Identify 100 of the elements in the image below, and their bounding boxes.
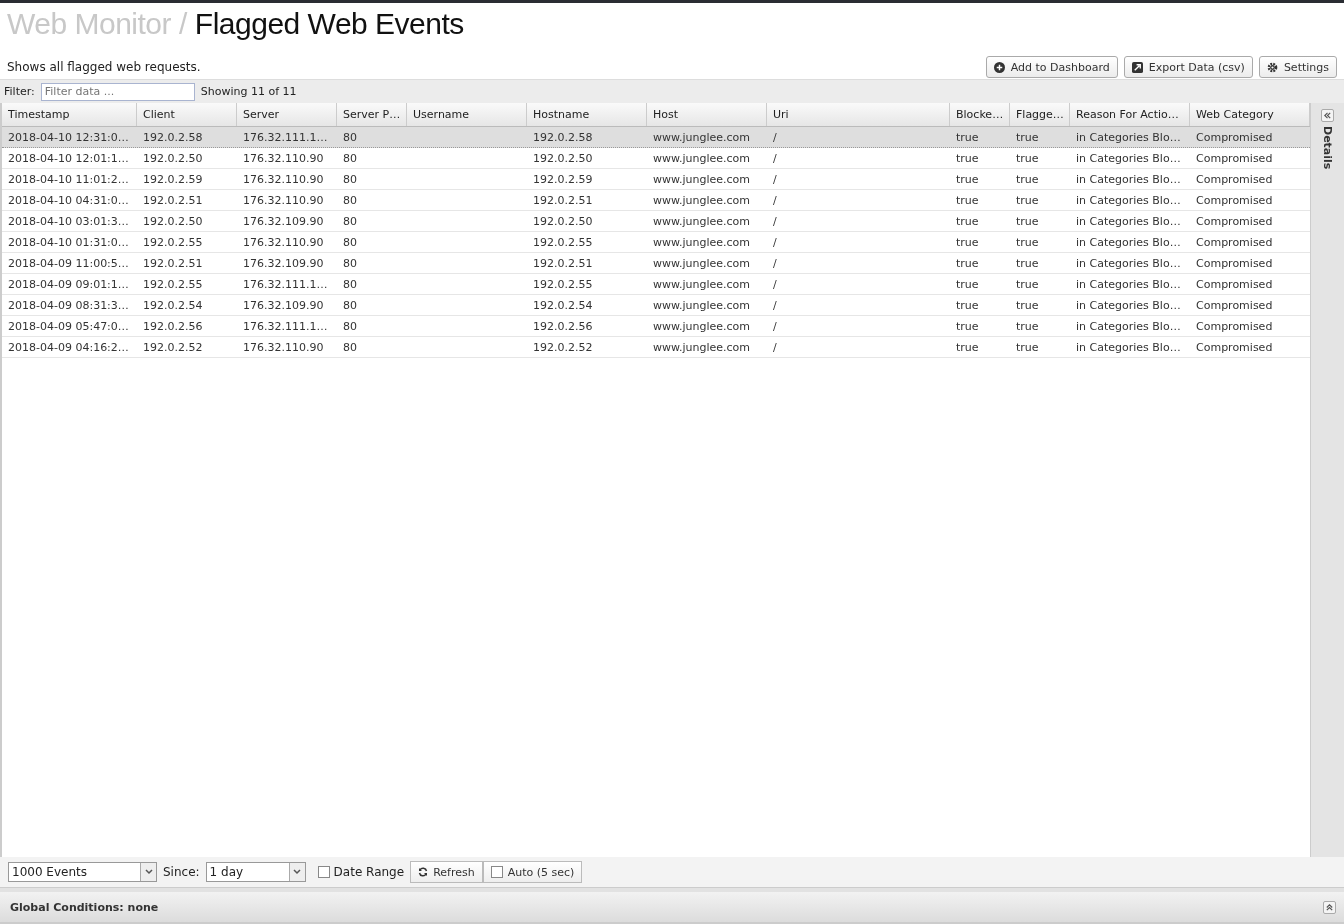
column-header[interactable]: Flagge… bbox=[1010, 103, 1070, 126]
table-cell-text: www.junglee.com bbox=[652, 339, 752, 356]
column-header[interactable]: Server bbox=[237, 103, 337, 126]
global-conditions: Global Conditions: none bbox=[10, 900, 159, 914]
table-cell-text: 2018-04-09 04:16:2… bbox=[7, 339, 130, 356]
column-header[interactable]: Reason For Actio… bbox=[1070, 103, 1190, 126]
table-cell-text: 80 bbox=[342, 234, 358, 251]
column-header[interactable]: Server P… bbox=[337, 103, 407, 126]
date-range-checkbox[interactable]: Date Range bbox=[317, 865, 405, 879]
table-cell-text: 2018-04-09 11:00:5… bbox=[7, 255, 130, 272]
table-cell-text: 192.0.2.59 bbox=[532, 171, 594, 188]
table-cell-text: in Categories Blo… bbox=[1075, 297, 1182, 314]
table-cell-text: 176.32.111.1… bbox=[242, 318, 329, 335]
column-header[interactable]: Uri bbox=[767, 103, 950, 126]
table-cell-text: 176.32.111.1… bbox=[242, 129, 329, 146]
table-cell-text: 192.0.2.55 bbox=[142, 276, 204, 293]
auto-refresh-toggle[interactable]: Auto (5 sec) bbox=[482, 861, 583, 883]
column-header[interactable]: Username bbox=[407, 103, 527, 126]
table-cell-text: in Categories Blo… bbox=[1075, 213, 1182, 230]
table-cell-text: www.junglee.com bbox=[652, 234, 752, 251]
table-cell-text: / bbox=[772, 129, 778, 146]
page-description: Shows all flagged web requests. bbox=[7, 60, 201, 74]
export-icon bbox=[1131, 61, 1143, 73]
expand-panel-button[interactable] bbox=[1321, 109, 1334, 122]
table-cell-text: 80 bbox=[342, 171, 358, 188]
table-cell-text: in Categories Blo… bbox=[1075, 276, 1182, 293]
table-cell-text: Compromised bbox=[1195, 213, 1274, 230]
table-cell-text: 192.0.2.51 bbox=[532, 255, 594, 272]
table-cell-text: 176.32.110.90 bbox=[242, 150, 325, 167]
table-cell-text: 80 bbox=[342, 150, 358, 167]
breadcrumb-separator: / bbox=[179, 7, 187, 41]
table-cell-text: / bbox=[772, 318, 778, 335]
table-cell-text: 176.32.110.90 bbox=[242, 192, 325, 209]
table-cell-text: in Categories Blo… bbox=[1075, 318, 1182, 335]
export-button[interactable]: Export Data (csv) bbox=[1123, 56, 1253, 78]
table-cell-text: / bbox=[772, 171, 778, 188]
table-cell-text: true bbox=[1015, 234, 1040, 251]
details-panel-label[interactable]: Details bbox=[1321, 126, 1334, 170]
column-header[interactable]: Timestamp bbox=[2, 103, 137, 126]
page-title: Flagged Web Events bbox=[194, 7, 464, 41]
dashboard-button[interactable]: Add to Dashboard bbox=[985, 56, 1118, 78]
plus-circle-icon bbox=[993, 61, 1005, 73]
table-cell-text: 192.0.2.55 bbox=[532, 276, 594, 293]
table-cell-text: true bbox=[955, 234, 980, 251]
since-dropdown[interactable]: 1 day bbox=[205, 862, 306, 882]
column-header[interactable]: Hostname bbox=[527, 103, 647, 126]
table-cell-text: in Categories Blo… bbox=[1075, 255, 1182, 272]
table-cell-text: 2018-04-09 05:47:0… bbox=[7, 318, 130, 335]
table-cell-text: true bbox=[955, 171, 980, 188]
table-cell-text: 192.0.2.52 bbox=[142, 339, 204, 356]
table-cell-text: / bbox=[772, 339, 778, 356]
table-cell-text: 192.0.2.55 bbox=[532, 234, 594, 251]
double-chevron-icon bbox=[1325, 902, 1334, 912]
column-header[interactable]: Blocke… bbox=[950, 103, 1010, 126]
table-cell-text: 2018-04-10 04:31:0… bbox=[7, 192, 130, 209]
table-cell-text: 192.0.2.54 bbox=[532, 297, 594, 314]
table-cell-text: / bbox=[772, 150, 778, 167]
table-cell-text: Compromised bbox=[1195, 129, 1274, 146]
table-cell-text: 2018-04-10 11:01:2… bbox=[7, 171, 130, 188]
table-cell-text: 192.0.2.50 bbox=[142, 213, 204, 230]
table-cell-text: true bbox=[955, 276, 980, 293]
table-cell-text: / bbox=[772, 255, 778, 272]
table-cell-text: 176.32.110.90 bbox=[242, 234, 325, 251]
table-cell-text: 192.0.2.55 bbox=[142, 234, 204, 251]
table-cell-text: 80 bbox=[342, 276, 358, 293]
table-cell-text: 192.0.2.58 bbox=[532, 129, 594, 146]
table-cell-text: 2018-04-10 12:01:1… bbox=[7, 150, 130, 167]
table-cell-text: / bbox=[772, 192, 778, 209]
table-row[interactable]: 2018-04-10 12:31:0… 192.0.2.58 176.32.111.1… 80 192.0.2.58 www.junglee.com / true true in Categories Blo… Compromised bbox=[2, 127, 1310, 148]
table-cell-text: true bbox=[1015, 129, 1040, 146]
table-cell-text: Compromised bbox=[1195, 150, 1274, 167]
table-cell-text: true bbox=[955, 213, 980, 230]
event-limit-dropdown[interactable]: 1000 Events bbox=[8, 862, 157, 882]
filter-field[interactable]: Filter data ... bbox=[40, 82, 195, 101]
expand-button[interactable] bbox=[1323, 900, 1336, 914]
table-cell-text: www.junglee.com bbox=[652, 297, 752, 314]
settings-button[interactable]: Settings bbox=[1258, 56, 1337, 78]
table-cell-text: 192.0.2.56 bbox=[142, 318, 204, 335]
table-cell-text: in Categories Blo… bbox=[1075, 129, 1182, 146]
table-cell-text: true bbox=[955, 339, 980, 356]
table-cell-text: www.junglee.com bbox=[652, 171, 752, 188]
table-cell-text: 192.0.2.50 bbox=[532, 213, 594, 230]
table-cell-text: 2018-04-10 12:31:0… bbox=[7, 129, 130, 146]
table-cell-text: 192.0.2.51 bbox=[532, 192, 594, 209]
table-cell-text: in Categories Blo… bbox=[1075, 339, 1182, 356]
column-header[interactable]: Client bbox=[137, 103, 237, 126]
table-cell-text: www.junglee.com bbox=[652, 255, 752, 272]
refresh-button[interactable]: Refresh bbox=[410, 861, 483, 883]
table-cell-text: 2018-04-10 03:01:3… bbox=[7, 213, 130, 230]
table-cell-text: Compromised bbox=[1195, 318, 1274, 335]
table-cell-text: www.junglee.com bbox=[652, 276, 752, 293]
refresh-icon bbox=[418, 867, 429, 877]
table-cell-text: in Categories Blo… bbox=[1075, 171, 1182, 188]
table-cell-text: Compromised bbox=[1195, 234, 1274, 251]
table-cell-text: / bbox=[772, 297, 778, 314]
table-cell-text: true bbox=[1015, 213, 1040, 230]
caret-icon bbox=[144, 869, 153, 875]
table-cell-text: 176.32.109.90 bbox=[242, 213, 325, 230]
column-header[interactable]: Host bbox=[647, 103, 767, 126]
since-label: Since: bbox=[163, 865, 200, 879]
